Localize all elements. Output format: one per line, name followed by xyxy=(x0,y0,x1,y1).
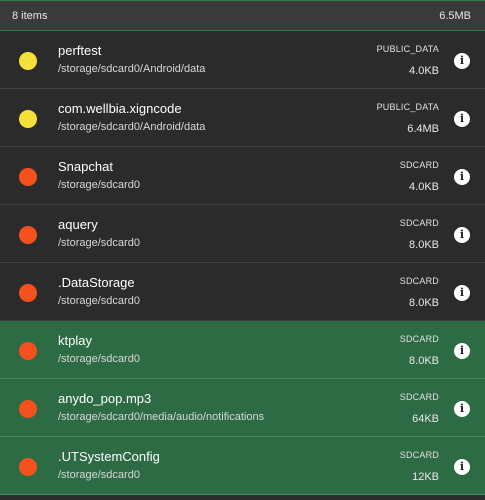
item-location: SDCARD xyxy=(399,334,439,344)
location-dot-icon xyxy=(19,342,37,360)
location-dot-icon xyxy=(19,52,37,70)
item-name: .UTSystemConfig xyxy=(58,449,160,464)
location-dot-icon xyxy=(19,168,37,186)
list-item[interactable]: com.wellbia.xigncode /storage/sdcard0/An… xyxy=(0,89,485,147)
item-path: /storage/sdcard0/media/audio/notificatio… xyxy=(58,411,265,423)
list-item[interactable]: perftest /storage/sdcard0/Android/data P… xyxy=(0,31,485,89)
item-location: PUBLIC_DATA xyxy=(376,44,439,54)
item-name: perftest xyxy=(58,43,102,58)
item-location: SDCARD xyxy=(399,276,439,286)
item-path: /storage/sdcard0/Android/data xyxy=(58,63,206,75)
item-size: 4.0KB xyxy=(409,65,439,77)
item-location: SDCARD xyxy=(399,218,439,228)
item-path: /storage/sdcard0 xyxy=(58,353,140,365)
info-icon[interactable]: i xyxy=(454,343,470,359)
item-name: .DataStorage xyxy=(58,275,135,290)
info-icon[interactable]: i xyxy=(454,459,470,475)
item-location: SDCARD xyxy=(399,392,439,402)
location-dot-icon xyxy=(19,458,37,476)
list-header: 8 items 6.5MB xyxy=(0,0,485,31)
item-count: 8 items xyxy=(12,9,48,22)
item-location: PUBLIC_DATA xyxy=(376,102,439,112)
item-name: Snapchat xyxy=(58,159,113,174)
item-size: 64KB xyxy=(412,413,439,425)
item-name: anydo_pop.mp3 xyxy=(58,391,152,406)
file-list: perftest /storage/sdcard0/Android/data P… xyxy=(0,31,485,495)
item-size: 12KB xyxy=(412,471,439,483)
item-path: /storage/sdcard0 xyxy=(58,469,140,481)
item-path: /storage/sdcard0 xyxy=(58,237,140,249)
list-item[interactable]: Snapchat /storage/sdcard0 SDCARD 4.0KB i xyxy=(0,147,485,205)
location-dot-icon xyxy=(19,226,37,244)
location-dot-icon xyxy=(19,110,37,128)
item-location: SDCARD xyxy=(399,450,439,460)
item-size: 6.4MB xyxy=(407,123,439,135)
item-size: 8.0KB xyxy=(409,297,439,309)
item-path: /storage/sdcard0 xyxy=(58,295,140,307)
list-item[interactable]: anydo_pop.mp3 /storage/sdcard0/media/aud… xyxy=(0,379,485,437)
list-item[interactable]: aquery /storage/sdcard0 SDCARD 8.0KB i xyxy=(0,205,485,263)
item-name: ktplay xyxy=(58,333,92,348)
list-item[interactable]: .DataStorage /storage/sdcard0 SDCARD 8.0… xyxy=(0,263,485,321)
item-size: 4.0KB xyxy=(409,181,439,193)
item-location: SDCARD xyxy=(399,160,439,170)
info-icon[interactable]: i xyxy=(454,227,470,243)
item-size: 8.0KB xyxy=(409,355,439,367)
item-path: /storage/sdcard0 xyxy=(58,179,140,191)
info-icon[interactable]: i xyxy=(454,169,470,185)
info-icon[interactable]: i xyxy=(454,111,470,127)
location-dot-icon xyxy=(19,284,37,302)
list-item[interactable]: .UTSystemConfig /storage/sdcard0 SDCARD … xyxy=(0,437,485,495)
item-path: /storage/sdcard0/Android/data xyxy=(58,121,206,133)
info-icon[interactable]: i xyxy=(454,53,470,69)
info-icon[interactable]: i xyxy=(454,285,470,301)
item-name: aquery xyxy=(58,217,98,232)
item-size: 8.0KB xyxy=(409,239,439,251)
location-dot-icon xyxy=(19,400,37,418)
total-size: 6.5MB xyxy=(439,9,471,22)
list-item[interactable]: ktplay /storage/sdcard0 SDCARD 8.0KB i xyxy=(0,321,485,379)
info-icon[interactable]: i xyxy=(454,401,470,417)
item-name: com.wellbia.xigncode xyxy=(58,101,182,116)
